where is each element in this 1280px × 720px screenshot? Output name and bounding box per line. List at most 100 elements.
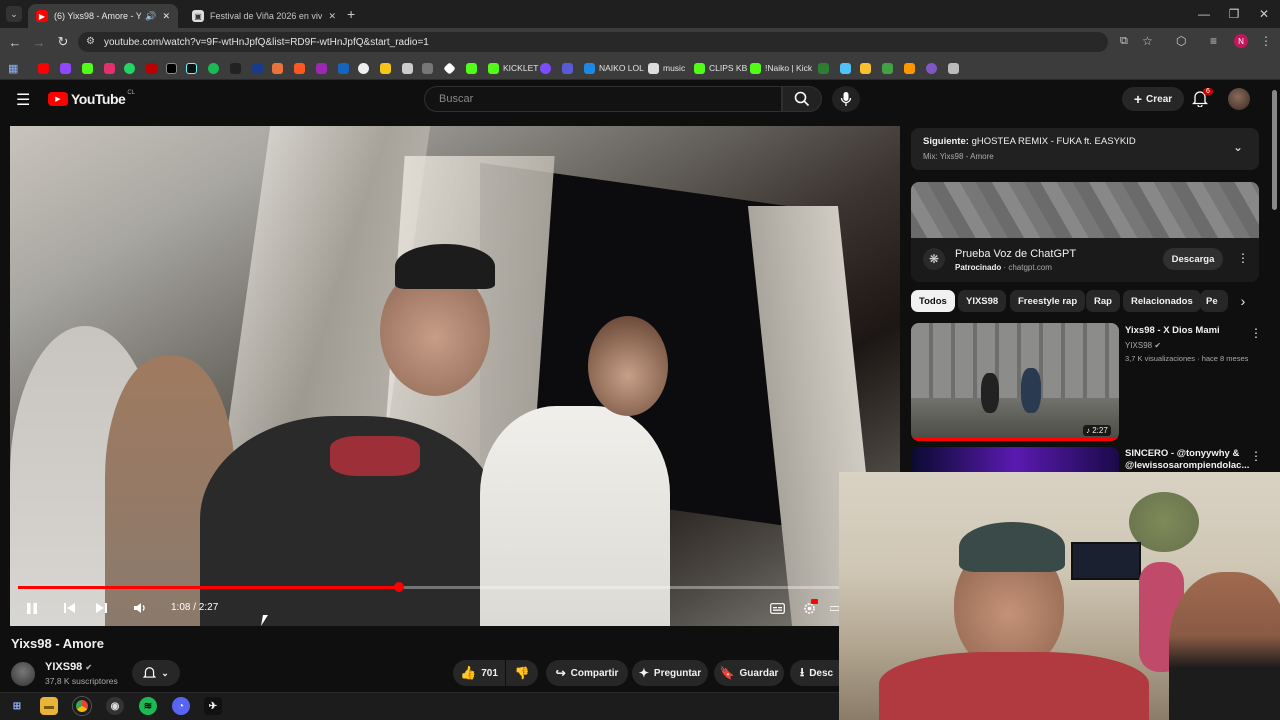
notifications-button[interactable]: 6 — [1191, 88, 1213, 110]
voice-search-button[interactable] — [832, 86, 860, 112]
bookmark-icon[interactable] — [882, 61, 897, 75]
dislike-button[interactable]: 👎 — [506, 660, 538, 686]
bookmark-icon[interactable] — [402, 61, 417, 75]
bookmark-icon[interactable] — [272, 61, 287, 75]
chip-todos[interactable]: Todos — [911, 290, 955, 312]
tab-youtube[interactable]: ▶ (6) Yixs98 - Amore - YouTube 🔊 ✕ — [28, 4, 178, 28]
close-tab-icon[interactable]: ✕ — [162, 11, 170, 22]
ask-button[interactable]: ✦ Preguntar — [632, 660, 708, 686]
chip-freestyle-rap[interactable]: Freestyle rap — [1010, 290, 1086, 312]
chip-rap[interactable]: Rap — [1086, 290, 1120, 312]
more-options-icon[interactable]: ⋮ — [1250, 449, 1262, 463]
previous-button[interactable] — [60, 599, 78, 617]
bookmark-icon[interactable] — [252, 61, 267, 75]
channel-avatar[interactable] — [11, 662, 35, 686]
apps-icon[interactable]: ▦ — [8, 61, 18, 75]
bookmark-icon[interactable] — [904, 61, 919, 75]
bookmark-icon[interactable] — [818, 61, 833, 75]
video-title[interactable]: SINCERO - @tonyywhy & @lewissosarompiend… — [1125, 448, 1249, 472]
chips-next-icon[interactable]: › — [1230, 290, 1256, 312]
new-tab-icon[interactable]: + — [347, 6, 355, 22]
windows-start-icon[interactable]: ⊞ — [8, 697, 26, 715]
chip-partial[interactable]: Pe — [1200, 290, 1228, 312]
bookmark-icon[interactable] — [82, 61, 97, 75]
video-thumbnail[interactable]: ♪ 2:27 — [911, 323, 1119, 441]
bookmark-icon[interactable] — [208, 61, 223, 75]
pause-button[interactable] — [23, 599, 41, 617]
minimize-icon[interactable]: — — [1188, 0, 1220, 28]
chip-yixs98[interactable]: YIXS98 — [958, 290, 1007, 312]
bookmark-icon[interactable] — [338, 61, 353, 75]
search-input[interactable]: Buscar — [424, 86, 782, 112]
bookmark-icon[interactable] — [540, 61, 555, 75]
bookmark-music[interactable]: music — [648, 61, 685, 75]
page-scrollbar[interactable] — [1272, 90, 1277, 210]
video-channel[interactable]: YIXS98 ✔ — [1125, 341, 1161, 350]
bookmark-icon[interactable] — [166, 61, 181, 75]
restore-icon[interactable]: ❐ — [1218, 0, 1250, 28]
next-button[interactable] — [92, 599, 110, 617]
video-thumbnail[interactable] — [911, 447, 1119, 473]
tab-festival[interactable]: ▣ Festival de Viña 2026 en vivo - ✕ — [184, 4, 344, 28]
hamburger-menu-icon[interactable]: ☰ — [16, 90, 30, 110]
reading-list-icon[interactable]: ≡ — [1210, 34, 1217, 48]
bookmark-icon[interactable] — [466, 61, 481, 75]
bookmark-icon[interactable] — [230, 61, 245, 75]
bookmark-icon[interactable] — [124, 61, 139, 75]
channel-name[interactable]: YIXS98 ✔ — [45, 661, 92, 673]
create-button[interactable]: + Crear — [1122, 87, 1184, 111]
tab-search-icon[interactable]: ⌄ — [6, 6, 22, 22]
video-title[interactable]: Yixs98 - X Dios Mami — [1125, 325, 1245, 336]
bookmark-star-icon[interactable]: ☆ — [1142, 34, 1153, 48]
url-field[interactable]: ⚙ youtube.com/watch?v=9F-wtHnJpfQ&list=R… — [78, 32, 1108, 52]
discord-icon[interactable]: ◔ — [172, 697, 190, 715]
bookmark-naiko-kick[interactable]: !Naiko | Kick — [750, 61, 812, 75]
bookmark-icon[interactable] — [380, 61, 395, 75]
reload-icon[interactable]: ↻ — [54, 34, 72, 50]
youtube-logo[interactable]: ▶ YouTube CL — [48, 90, 135, 107]
back-icon[interactable]: ← — [6, 34, 24, 50]
file-explorer-icon[interactable]: ▬ — [40, 697, 58, 715]
close-window-icon[interactable]: ✕ — [1248, 0, 1280, 28]
like-button[interactable]: 👍 701 — [453, 660, 505, 686]
bookmark-icon[interactable] — [60, 61, 75, 75]
bookmark-icon[interactable] — [562, 61, 577, 75]
bookmark-icon[interactable] — [840, 61, 855, 75]
bookmark-icon[interactable] — [926, 61, 941, 75]
bookmark-icon[interactable] — [316, 61, 331, 75]
bookmark-icon[interactable] — [860, 61, 875, 75]
bookmark-icon[interactable] — [146, 61, 161, 75]
subtitles-button[interactable] — [768, 599, 786, 617]
settings-button[interactable] — [800, 599, 818, 617]
search-button[interactable] — [782, 86, 822, 112]
site-info-icon[interactable]: ⚙ — [86, 36, 95, 47]
volume-button[interactable] — [131, 599, 149, 617]
bookmark-icon[interactable] — [443, 61, 459, 75]
chrome-icon[interactable] — [73, 697, 91, 715]
cast-icon[interactable]: ⧉ — [1120, 35, 1128, 48]
progress-scrubber[interactable] — [393, 582, 404, 592]
app-icon[interactable]: ✈ — [204, 697, 222, 715]
bookmark-kicklet[interactable]: KICKLET — [488, 61, 538, 75]
bookmark-icon[interactable] — [38, 61, 53, 75]
share-button[interactable]: ↪ Compartir — [546, 660, 628, 686]
bookmark-icon[interactable] — [104, 61, 119, 75]
bookmark-clips-kb[interactable]: CLIPS KB — [694, 61, 747, 75]
bookmark-naiko-lol[interactable]: NAIKO LOL — [584, 61, 644, 75]
browser-menu-icon[interactable]: ⋮ — [1260, 34, 1272, 48]
miniplayer-button[interactable]: ▭ — [830, 599, 839, 617]
ad-download-button[interactable]: Descarga — [1163, 248, 1223, 270]
profile-avatar[interactable]: N — [1234, 34, 1248, 48]
chevron-down-icon[interactable]: ⌄ — [1233, 140, 1243, 154]
obs-icon[interactable]: ◉ — [106, 697, 124, 715]
bookmark-icon[interactable] — [186, 61, 201, 75]
forward-icon[interactable]: → — [30, 34, 48, 50]
bookmark-icon[interactable] — [422, 61, 437, 75]
more-options-icon[interactable]: ⋮ — [1250, 326, 1262, 340]
video-player[interactable] — [10, 126, 900, 626]
bookmark-icon[interactable] — [358, 61, 373, 75]
subscription-bell-button[interactable]: ⌄ — [132, 660, 180, 686]
account-avatar[interactable] — [1228, 88, 1250, 110]
close-tab-icon[interactable]: ✕ — [328, 11, 336, 22]
extensions-icon[interactable]: ⬡ — [1176, 34, 1186, 48]
